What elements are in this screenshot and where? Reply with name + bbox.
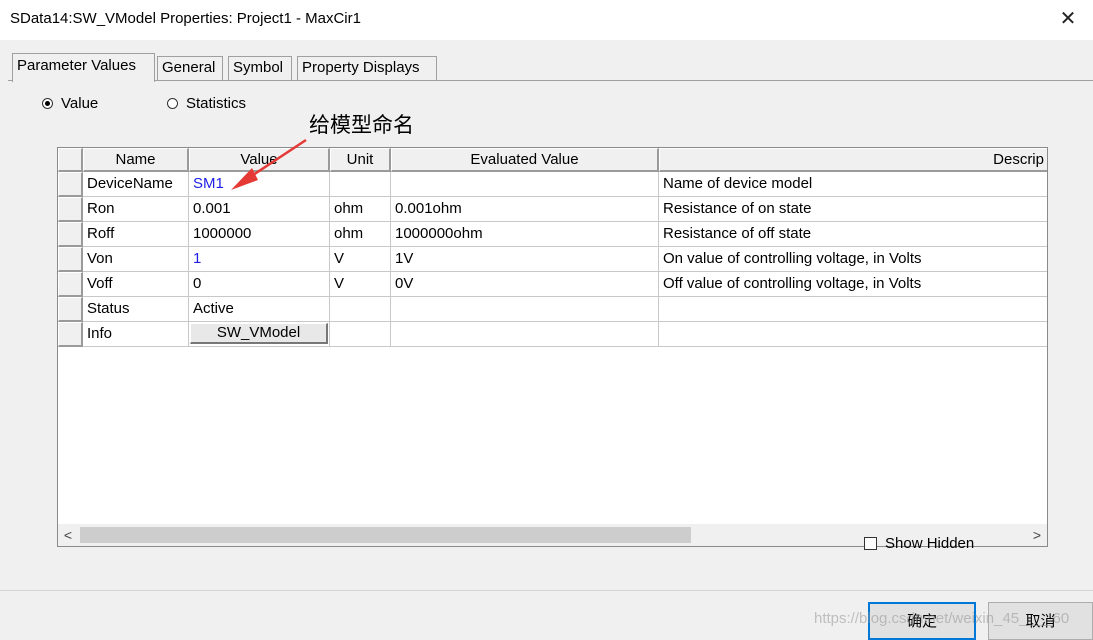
cell-unit[interactable] (330, 297, 391, 322)
row-header[interactable] (58, 272, 83, 297)
radio-checked-icon[interactable] (42, 98, 53, 109)
cell-value[interactable]: SM1 (189, 172, 330, 197)
cell-description: Resistance of on state (659, 197, 1047, 222)
cell-value[interactable]: 1000000 (189, 222, 330, 247)
cell-evaluated (391, 297, 659, 322)
close-icon[interactable]: ✕ (1057, 8, 1079, 30)
row-header[interactable] (58, 222, 83, 247)
grid-corner (58, 148, 83, 172)
cell-description (659, 322, 1047, 347)
title-bar: SData14:SW_VModel Properties: Project1 -… (0, 0, 1093, 40)
cell-unit[interactable]: V (330, 247, 391, 272)
checkbox-icon[interactable] (864, 537, 877, 550)
cell-name: Voff (83, 272, 189, 297)
window-title: SData14:SW_VModel Properties: Project1 -… (10, 10, 361, 27)
radio-statistics[interactable]: Statistics (167, 95, 246, 112)
row-header[interactable] (58, 247, 83, 272)
row-header[interactable] (58, 172, 83, 197)
tab-general[interactable]: General (157, 56, 223, 81)
radio-unchecked-icon[interactable] (167, 98, 178, 109)
dialog-body: Parameter Values General Symbol Property… (0, 40, 1093, 640)
cell-unit[interactable] (330, 172, 391, 197)
tab-panel-border (8, 80, 1093, 81)
cell-name: Roff (83, 222, 189, 247)
cell-description: Name of device model (659, 172, 1047, 197)
cell-evaluated: 0.001ohm (391, 197, 659, 222)
cell-evaluated (391, 172, 659, 197)
grid-header-row: Name Value Unit Evaluated Value Descrip (58, 148, 1047, 172)
radio-statistics-label: Statistics (186, 95, 247, 112)
annotation-text: 给模型命名 (309, 113, 414, 137)
cell-name: Info (83, 322, 189, 347)
cell-name: Status (83, 297, 189, 322)
model-info-button[interactable]: SW_VModel (190, 323, 328, 344)
cell-unit[interactable]: ohm (330, 197, 391, 222)
cell-evaluated: 1000000ohm (391, 222, 659, 247)
cell-name: Ron (83, 197, 189, 222)
cell-evaluated: 0V (391, 272, 659, 297)
tab-symbol[interactable]: Symbol (228, 56, 292, 81)
column-header-value[interactable]: Value (189, 148, 330, 172)
cell-unit[interactable] (330, 322, 391, 347)
grid-empty-area (58, 347, 1047, 348)
parameter-grid: Name Value Unit Evaluated Value Descrip … (57, 147, 1048, 547)
column-header-evaluated[interactable]: Evaluated Value (391, 148, 659, 172)
row-header[interactable] (58, 322, 83, 347)
cell-description (659, 297, 1047, 322)
cell-name: DeviceName (83, 172, 189, 197)
cell-evaluated: 1V (391, 247, 659, 272)
cell-value[interactable]: SW_VModel (189, 322, 330, 347)
separator (0, 590, 1093, 591)
cell-description: Off value of controlling voltage, in Vol… (659, 272, 1047, 297)
show-hidden-label: Show Hidden (885, 535, 975, 552)
tab-property-displays[interactable]: Property Displays (297, 56, 437, 81)
cell-name: Von (83, 247, 189, 272)
cell-unit[interactable]: V (330, 272, 391, 297)
scroll-left-icon[interactable]: < (58, 524, 78, 546)
column-header-description[interactable]: Descrip (659, 148, 1047, 172)
scroll-right-icon[interactable]: > (1027, 524, 1047, 546)
show-hidden-checkbox[interactable]: Show Hidden (864, 535, 974, 552)
ok-button[interactable]: 确定 (868, 602, 976, 640)
cell-value[interactable]: Active (189, 297, 330, 322)
cell-value[interactable]: 0.001 (189, 197, 330, 222)
cell-value[interactable]: 0 (189, 272, 330, 297)
radio-value-label: Value (61, 95, 99, 112)
cell-unit[interactable]: ohm (330, 222, 391, 247)
cell-description: On value of controlling voltage, in Volt… (659, 247, 1047, 272)
cell-description: Resistance of off state (659, 222, 1047, 247)
radio-value[interactable]: Value (42, 95, 98, 112)
row-header[interactable] (58, 197, 83, 222)
scrollbar-thumb[interactable] (80, 527, 691, 543)
row-header[interactable] (58, 297, 83, 322)
cancel-button[interactable]: 取消 (988, 602, 1093, 640)
column-header-name[interactable]: Name (83, 148, 189, 172)
tab-parameter-values[interactable]: Parameter Values (12, 53, 155, 82)
column-header-unit[interactable]: Unit (330, 148, 391, 172)
cell-evaluated (391, 322, 659, 347)
cell-value[interactable]: 1 (189, 247, 330, 272)
